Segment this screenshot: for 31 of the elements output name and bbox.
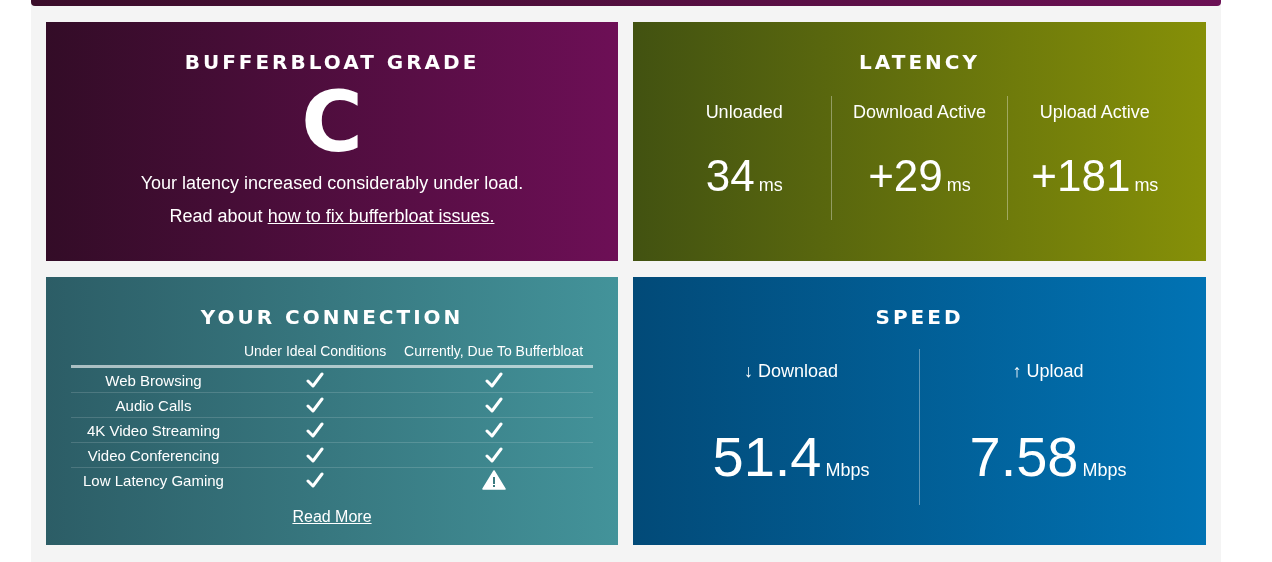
card-title: YOUR CONNECTION bbox=[200, 305, 464, 329]
unit-label: ms bbox=[1134, 175, 1159, 195]
row-label: 4K Video Streaming bbox=[71, 417, 236, 443]
stat-value: 34 bbox=[705, 151, 755, 200]
stat-value: 7.58 bbox=[969, 425, 1079, 488]
read-more-link[interactable]: Read More bbox=[292, 508, 372, 525]
stat-label: Unloaded bbox=[705, 102, 783, 123]
grade-letter: C bbox=[301, 80, 363, 164]
stat-value: +29 bbox=[868, 151, 943, 200]
read-about-text: Read about bbox=[169, 205, 263, 228]
row-label: Low Latency Gaming bbox=[71, 467, 236, 492]
row-label: Video Conferencing bbox=[71, 442, 236, 468]
unit-label: Mbps bbox=[825, 460, 870, 480]
card-title: BUFFERBLOAT GRADE bbox=[184, 50, 480, 74]
fix-link[interactable]: how to fix bufferbloat issues. bbox=[267, 206, 495, 226]
card-title: SPEED bbox=[875, 305, 964, 329]
stat-label: Upload Active bbox=[1039, 102, 1150, 123]
row-label: Audio Calls bbox=[71, 392, 236, 418]
unit-label: ms bbox=[946, 175, 971, 195]
card-title: LATENCY bbox=[859, 50, 980, 74]
stat-label: ↑ Upload bbox=[1012, 361, 1084, 382]
stat-label: Download Active bbox=[852, 102, 987, 123]
unit-label: Mbps bbox=[1082, 460, 1127, 480]
stat-value: +181 bbox=[1031, 151, 1131, 200]
unit-label: ms bbox=[758, 175, 783, 195]
row-label: Web Browsing bbox=[71, 366, 236, 393]
column-header: Under Ideal Conditions bbox=[236, 343, 395, 367]
stat-label: ↓ Download bbox=[743, 361, 839, 382]
summary-text: Your latency increased considerably under load. bbox=[139, 172, 525, 195]
column-header: Currently, Due To Bufferbloat bbox=[394, 343, 593, 367]
stat-value: 51.4 bbox=[712, 425, 822, 488]
